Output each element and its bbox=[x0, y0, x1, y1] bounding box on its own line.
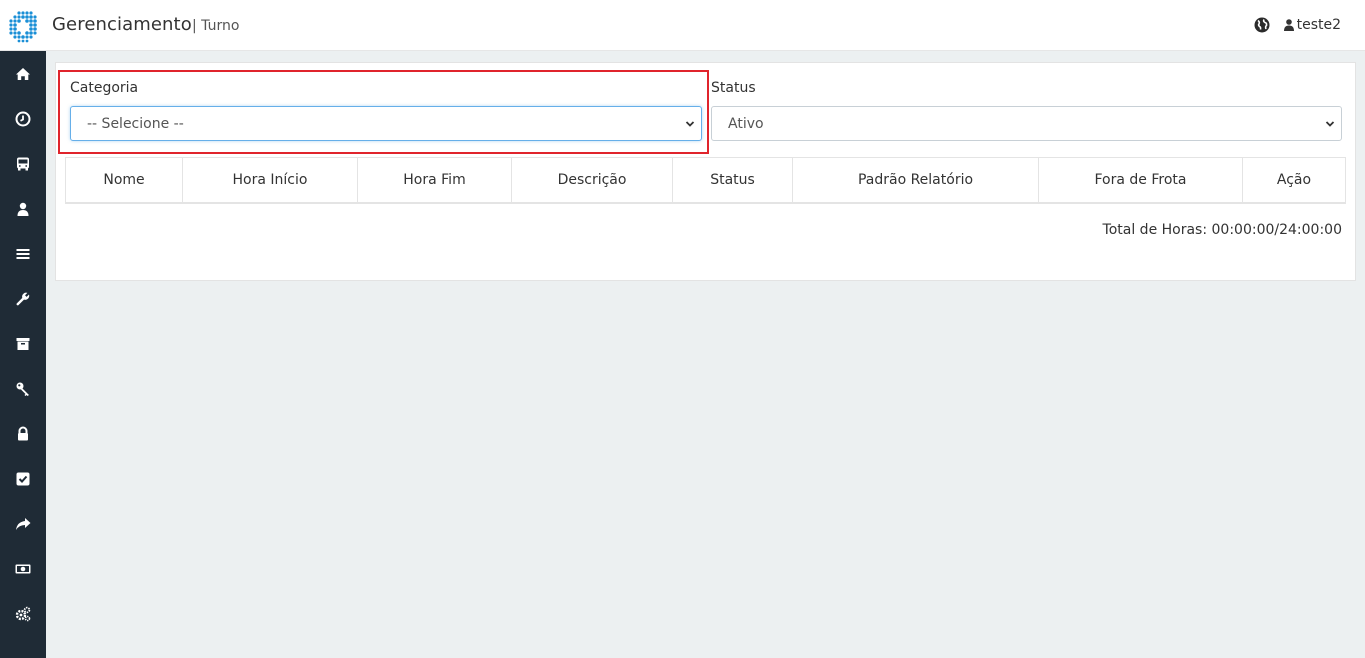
wrench-icon bbox=[16, 292, 30, 305]
column-header-hora-fim[interactable]: Hora Fim bbox=[358, 158, 512, 202]
globe-icon[interactable] bbox=[1254, 17, 1270, 33]
status-select[interactable]: Ativo bbox=[711, 106, 1342, 141]
sidebar-item-bus[interactable] bbox=[0, 141, 46, 186]
categoria-selected-value: -- Selecione -- bbox=[87, 116, 184, 132]
cogs-icon bbox=[15, 606, 31, 621]
key-icon bbox=[16, 382, 29, 396]
column-header-fora-de-frota[interactable]: Fora de Frota bbox=[1039, 158, 1243, 202]
subtitle-text: Turno bbox=[201, 18, 240, 34]
chevron-down-icon bbox=[685, 121, 695, 127]
status-selected-value: Ativo bbox=[728, 116, 764, 132]
bus-icon bbox=[17, 157, 29, 170]
app-title: Gerenciamento bbox=[52, 14, 192, 35]
sidebar-item-money[interactable] bbox=[0, 546, 46, 591]
column-header-acao[interactable]: Ação bbox=[1243, 158, 1345, 202]
sidebar bbox=[0, 51, 46, 658]
home-icon bbox=[16, 67, 30, 80]
column-header-status[interactable]: Status bbox=[673, 158, 793, 202]
sidebar-item-share[interactable] bbox=[0, 501, 46, 546]
title-separator: | bbox=[192, 18, 197, 34]
column-header-nome[interactable]: Nome bbox=[66, 158, 183, 202]
status-label: Status bbox=[711, 80, 756, 96]
sidebar-item-home[interactable] bbox=[0, 51, 46, 96]
sidebar-item-lock[interactable] bbox=[0, 411, 46, 456]
categoria-label: Categoria bbox=[70, 80, 139, 96]
share-icon bbox=[16, 517, 31, 530]
sidebar-item-wrench[interactable] bbox=[0, 276, 46, 321]
user-menu[interactable]: teste2 bbox=[1283, 17, 1341, 33]
archive-icon bbox=[16, 337, 30, 350]
table-header: Nome Hora Início Hora Fim Descrição Stat… bbox=[65, 157, 1346, 204]
column-header-padrao-relatorio[interactable]: Padrão Relatório bbox=[793, 158, 1039, 202]
column-header-descricao[interactable]: Descrição bbox=[512, 158, 673, 202]
user-area: teste2 bbox=[1254, 17, 1341, 33]
check-square-icon bbox=[16, 472, 30, 485]
chevron-down-icon bbox=[1325, 121, 1335, 127]
page-subtitle: | Turno bbox=[192, 18, 239, 34]
money-icon bbox=[15, 564, 31, 573]
clock-icon bbox=[15, 111, 31, 126]
sidebar-item-menu[interactable] bbox=[0, 231, 46, 276]
lock-icon bbox=[18, 426, 28, 440]
sidebar-item-user[interactable] bbox=[0, 186, 46, 231]
sidebar-item-clock[interactable] bbox=[0, 96, 46, 141]
company-logo[interactable] bbox=[6, 10, 40, 44]
sidebar-item-tasks[interactable] bbox=[0, 456, 46, 501]
user-icon bbox=[1283, 19, 1294, 31]
categoria-select[interactable]: -- Selecione -- bbox=[70, 106, 702, 141]
user-icon bbox=[17, 202, 29, 216]
sidebar-item-key[interactable] bbox=[0, 366, 46, 411]
sidebar-item-settings[interactable] bbox=[0, 591, 46, 636]
username: teste2 bbox=[1296, 17, 1341, 33]
top-bar: Gerenciamento | Turno teste2 bbox=[0, 0, 1365, 51]
sidebar-item-archive[interactable] bbox=[0, 321, 46, 366]
column-header-hora-inicio[interactable]: Hora Início bbox=[183, 158, 358, 202]
menu-icon bbox=[16, 248, 30, 259]
